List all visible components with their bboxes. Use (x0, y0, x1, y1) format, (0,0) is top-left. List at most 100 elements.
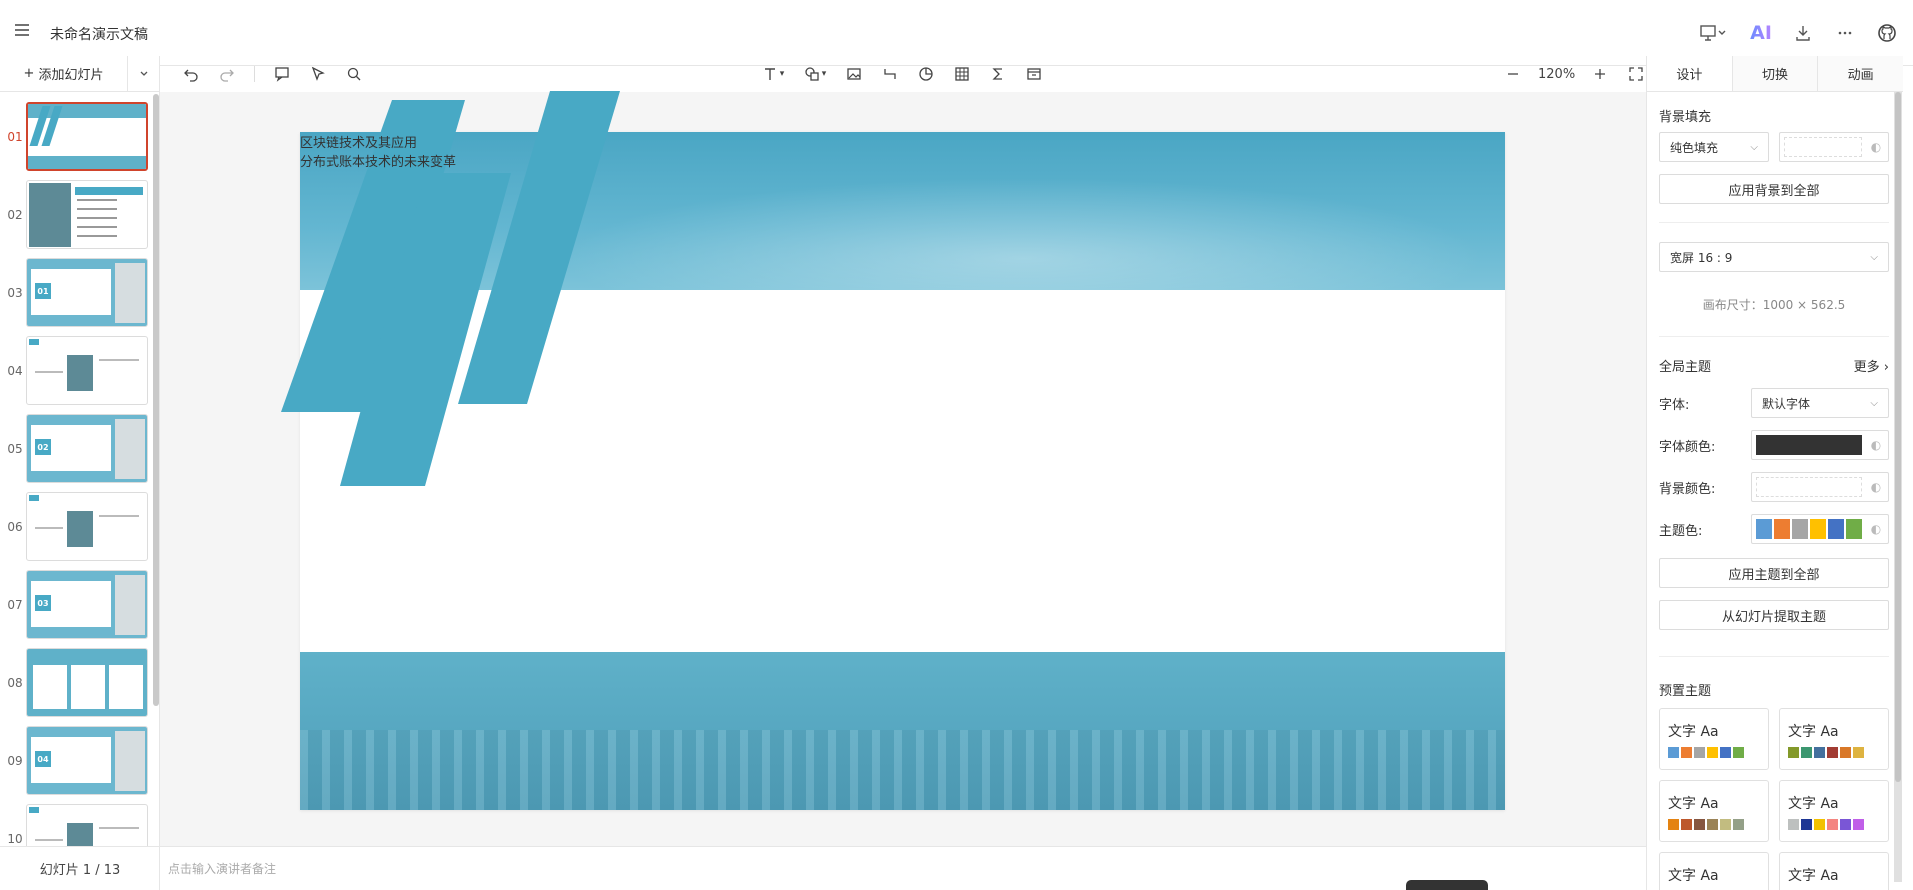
slide-thumbnail[interactable] (26, 804, 148, 846)
slide-thumbnail-row[interactable]: 03 01 (0, 258, 160, 330)
header-actions: AI (1693, 20, 1901, 46)
slide-thumbnail-row[interactable]: 01 (0, 102, 160, 174)
slide-canvas[interactable] (300, 132, 1505, 810)
aspect-ratio-select[interactable]: 宽屏 16 : 9 ⌵ (1659, 242, 1889, 272)
preset-theme-card[interactable]: 文字 Aa (1659, 708, 1769, 770)
ai-assistant-button[interactable]: AI (1747, 20, 1775, 46)
preset-theme-card[interactable]: 文字 Aa (1659, 852, 1769, 890)
font-color-row: 字体颜色: ◐ (1659, 430, 1889, 460)
sky-background-band[interactable] (300, 132, 1505, 290)
bg-color-picker[interactable]: ◐ (1779, 132, 1889, 162)
formula-tool-icon[interactable] (983, 60, 1013, 88)
present-icon[interactable] (1693, 20, 1733, 46)
slide-thumbnail[interactable]: 02 (26, 414, 148, 483)
palette-icon: ◐ (1870, 522, 1882, 536)
zoom-out-icon[interactable] (1498, 60, 1528, 88)
preset-theme-sample-text: 文字 Aa (1788, 868, 1839, 884)
github-icon[interactable] (1873, 20, 1901, 46)
slide-thumbnail[interactable]: 04 (26, 726, 148, 795)
preset-theme-sample-text: 文字 Aa (1668, 724, 1719, 740)
palette-icon: ◐ (1870, 480, 1882, 494)
apply-bg-all-button[interactable]: 应用背景到全部 (1659, 174, 1889, 204)
image-tool-icon[interactable] (839, 60, 869, 88)
section-divider (1659, 656, 1889, 657)
theme-color-swatch (1846, 519, 1862, 539)
preset-color-swatch (1788, 747, 1799, 758)
table-tool-icon[interactable] (947, 60, 977, 88)
tab-transition[interactable]: 切换 (1731, 56, 1818, 91)
shape-tool-icon[interactable]: ▾ (797, 60, 833, 88)
preset-color-swatch (1720, 819, 1731, 830)
preset-color-swatch (1801, 819, 1812, 830)
line-tool-icon[interactable] (875, 60, 905, 88)
slide-thumbnail[interactable]: 03 (26, 570, 148, 639)
document-title[interactable]: 未命名演示文稿 (50, 24, 148, 44)
add-slide-button[interactable]: + 添加幻灯片 (0, 55, 128, 92)
media-tool-icon[interactable] (1019, 60, 1049, 88)
slide-thumbnail[interactable] (26, 492, 148, 561)
undo-icon[interactable] (176, 60, 206, 88)
zoom-in-icon[interactable] (1585, 60, 1615, 88)
apply-theme-all-button[interactable]: 应用主题到全部 (1659, 558, 1889, 588)
slide-thumbnail-row[interactable]: 04 (0, 336, 160, 408)
font-color-picker[interactable]: ◐ (1751, 430, 1889, 460)
preset-theme-card[interactable]: 文字 Aa (1659, 780, 1769, 842)
slide-canvas-area[interactable]: 区块链技术及其应用 分布式账本技术的未来变革 (160, 91, 1646, 846)
slide-thumbnail[interactable]: 01 (26, 258, 148, 327)
text-tool-icon[interactable]: ▾ (755, 60, 791, 88)
slide-number: 04 (7, 364, 23, 378)
preset-theme-sample-text: 文字 Aa (1788, 796, 1839, 812)
apply-theme-wrap: 应用主题到全部 (1659, 558, 1889, 588)
tab-animation[interactable]: 动画 (1817, 56, 1904, 91)
slide-number: 06 (7, 520, 23, 534)
search-icon[interactable] (339, 60, 369, 88)
canvas-size-label: 画布尺寸：1000 × 562.5 (1702, 298, 1846, 312)
slide-thumbnail-row[interactable]: 02 (0, 180, 160, 252)
slide-thumbnail[interactable] (26, 648, 148, 717)
thumbnail-scrollbar[interactable] (153, 94, 159, 706)
theme-color-picker[interactable]: ◐ (1751, 514, 1889, 544)
panel-scrollbar[interactable] (1894, 92, 1902, 882)
extract-theme-button[interactable]: 从幻灯片提取主题 (1659, 600, 1889, 630)
preset-theme-card[interactable]: 文字 Aa (1779, 708, 1889, 770)
more-themes-link[interactable]: 更多 › (1854, 356, 1889, 375)
slide-number: 08 (7, 676, 23, 690)
redo-icon[interactable] (212, 60, 242, 88)
tab-design[interactable]: 设计 (1647, 56, 1732, 91)
slide-thumbnail-row[interactable]: 07 03 (0, 570, 160, 642)
theme-bg-color-picker[interactable]: ◐ (1751, 472, 1889, 502)
slide-thumbnail[interactable] (26, 180, 148, 249)
font-label: 字体: (1659, 397, 1690, 413)
preset-theme-card[interactable]: 文字 Aa (1779, 852, 1889, 890)
preset-color-swatch (1827, 819, 1838, 830)
theme-color-swatch (1756, 519, 1772, 539)
chevron-right-icon: › (1883, 360, 1889, 375)
preset-theme-colors (1788, 747, 1864, 758)
slide-thumbnail-row[interactable]: 08 (0, 648, 160, 720)
more-options-icon[interactable] (1831, 20, 1859, 46)
bg-fill-select[interactable]: 纯色填充 ⌵ (1659, 132, 1769, 162)
slide-thumbnail-row[interactable]: 05 02 (0, 414, 160, 486)
comment-icon[interactable] (267, 60, 297, 88)
preset-color-swatch (1853, 819, 1864, 830)
slide-thumbnail-row[interactable]: 10 (0, 804, 160, 846)
slide-thumbnail[interactable] (26, 102, 148, 171)
slide-thumbnail-row[interactable]: 09 04 (0, 726, 160, 798)
preset-color-swatch (1840, 819, 1851, 830)
font-select[interactable]: 默认字体 ⌵ (1751, 388, 1889, 418)
select-pointer-icon[interactable] (303, 60, 333, 88)
preset-color-swatch (1788, 819, 1799, 830)
slide-thumbnail-row[interactable]: 06 (0, 492, 160, 564)
city-background-band[interactable] (300, 652, 1505, 810)
preset-title-wrap: 预置主题 (1659, 680, 1889, 699)
download-icon[interactable] (1789, 20, 1817, 46)
hamburger-menu-icon[interactable] (14, 22, 34, 42)
section-divider (1659, 336, 1889, 337)
slide-counter: 幻灯片 1 / 13 (0, 846, 160, 890)
add-slide-dropdown-icon[interactable] (128, 56, 160, 92)
preset-theme-card[interactable]: 文字 Aa (1779, 780, 1889, 842)
bottom-handle (1406, 880, 1488, 890)
chart-tool-icon[interactable] (911, 60, 941, 88)
slide-thumbnail[interactable] (26, 336, 148, 405)
font-row: 字体: 默认字体 ⌵ (1659, 388, 1889, 418)
